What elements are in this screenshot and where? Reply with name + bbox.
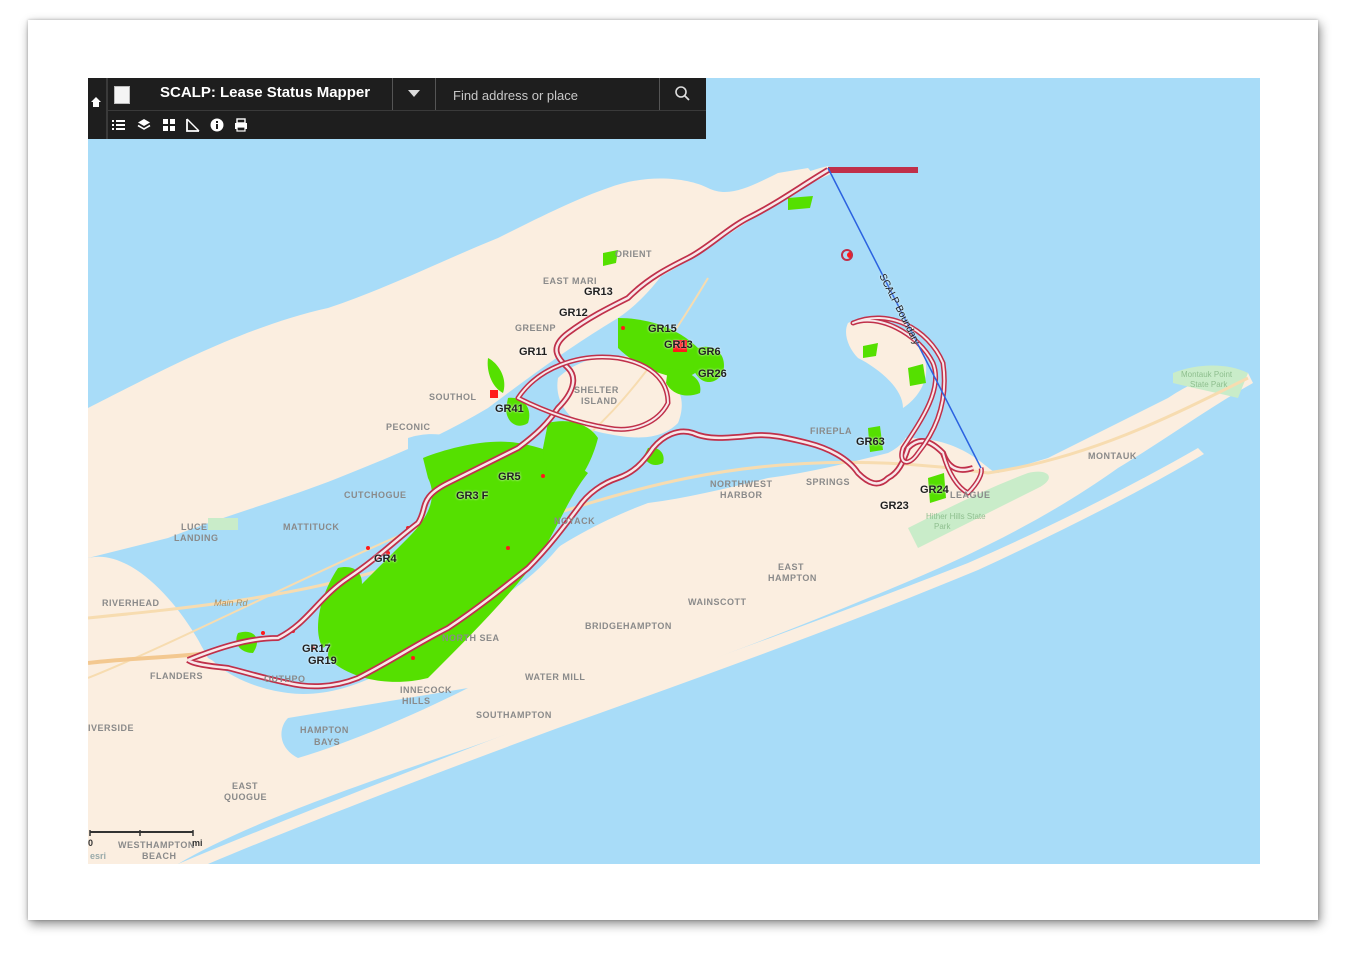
lease-label[interactable]: GR19	[308, 655, 337, 667]
label-east-hampton-1: EAST	[778, 562, 805, 572]
home-icon[interactable]	[90, 96, 102, 108]
lease-label[interactable]: GR13	[664, 339, 693, 351]
map-view[interactable]: ORIENT EAST MARI GREENP SOUTHOL SHELTER …	[88, 78, 1260, 864]
toolbar-separator	[106, 110, 706, 111]
lease-label[interactable]: GR13	[584, 286, 613, 298]
label-cutchogue: CUTCHOGUE	[344, 490, 407, 500]
label-hampton-bays-1: HAMPTON	[300, 725, 349, 735]
nav-strip	[88, 78, 108, 139]
label-main-rd: Main Rd	[214, 598, 248, 608]
lease-label[interactable]: GR3 F	[456, 490, 488, 502]
lease-label[interactable]: GR5	[498, 471, 521, 483]
label-east-quogue-1: EAST	[232, 781, 259, 791]
label-water-mill: WATER MILL	[525, 672, 586, 682]
label-northwest-harbor-1: NORTHWEST	[710, 479, 773, 489]
label-east-marion: EAST MARI	[543, 276, 597, 286]
label-montauk-point-2: State Park	[1190, 380, 1228, 389]
info-icon[interactable]	[208, 116, 226, 134]
scale-bar	[89, 830, 194, 836]
label-montauk-point-1: Montauk Point	[1181, 370, 1233, 379]
search-box	[435, 78, 661, 112]
label-shelter-island-2: ISLAND	[581, 396, 618, 406]
label-north-sea: NORTH SEA	[442, 633, 500, 643]
scale-zero: 0	[88, 838, 94, 848]
label-greenport: GREENP	[515, 323, 557, 333]
chevron-down-icon[interactable]	[393, 78, 435, 110]
basemap	[88, 78, 1260, 864]
label-east-quogue-2: QUOGUE	[224, 792, 268, 802]
label-southold: SOUTHOL	[429, 392, 477, 402]
label-springs: SPRINGS	[806, 477, 851, 487]
lease-label[interactable]: GR24	[920, 484, 949, 496]
app-toolbar: SCALP: Lease Status Mapper	[88, 78, 706, 139]
lease-label[interactable]: GR4	[374, 553, 397, 565]
label-east-hampton-2: HAMPTON	[768, 573, 817, 583]
label-fireplace: FIREPLA	[810, 426, 853, 436]
app-title: SCALP: Lease Status Mapper	[160, 84, 371, 101]
label-flanders: FLANDERS	[150, 671, 203, 681]
esri-attribution: esri	[90, 851, 107, 861]
lease-label[interactable]: GR41	[495, 403, 524, 415]
label-montauk: MONTAUK	[1088, 451, 1137, 461]
lease-label[interactable]: GR63	[856, 436, 885, 448]
label-orient: ORIENT	[615, 249, 653, 259]
label-hampton-bays-2: BAYS	[314, 737, 341, 747]
label-bridgehampton: BRIDGEHAMPTON	[585, 621, 672, 631]
label-shinnecock-hills-2: HILLS	[402, 696, 431, 706]
label-northwest-harbor-2: HARBOR	[720, 490, 763, 500]
search-button[interactable]	[659, 78, 707, 110]
lease-label[interactable]: GR12	[559, 307, 588, 319]
label-noyack: NOYACK	[554, 516, 596, 526]
scale-unit: mi	[192, 838, 203, 848]
legend-list-icon[interactable]	[110, 116, 128, 134]
label-riverhead: RIVERHEAD	[102, 598, 160, 608]
label-hither-hills-1: Hither Hills State	[926, 512, 986, 521]
label-hither-hills-2: Park	[934, 522, 951, 531]
label-riverside: IVERSIDE	[88, 723, 135, 733]
lease-label[interactable]: GR26	[698, 368, 727, 380]
label-luce-landing-1: LUCE	[181, 522, 208, 532]
label-westhampton-2: BEACH	[142, 851, 177, 861]
basemap-grid-icon[interactable]	[160, 116, 178, 134]
label-southport: OUTHPO	[264, 674, 306, 684]
layers-icon[interactable]	[135, 116, 153, 134]
label-shelter-island-1: SHELTER	[574, 385, 619, 395]
measure-icon[interactable]	[184, 116, 202, 134]
label-wainscott: WAINSCOTT	[688, 597, 747, 607]
lease-label[interactable]: GR6	[698, 346, 721, 358]
search-input[interactable]	[436, 78, 661, 112]
lease-label[interactable]: GR17	[302, 643, 331, 655]
search-icon	[675, 86, 690, 101]
broken-image-icon	[114, 86, 130, 104]
label-peconic: PECONIC	[386, 422, 431, 432]
label-shinnecock-hills-1: INNECOCK	[400, 685, 453, 695]
label-mattituck: MATTITUCK	[283, 522, 340, 532]
label-luce-landing-2: LANDING	[174, 533, 219, 543]
lease-label[interactable]: GR15	[648, 323, 677, 335]
label-amagansett: LEAGUE	[950, 490, 991, 500]
label-southampton: SOUTHAMPTON	[476, 710, 552, 720]
lease-label[interactable]: GR11	[519, 346, 547, 358]
print-icon[interactable]	[232, 116, 250, 134]
lease-label[interactable]: GR23	[880, 500, 909, 512]
